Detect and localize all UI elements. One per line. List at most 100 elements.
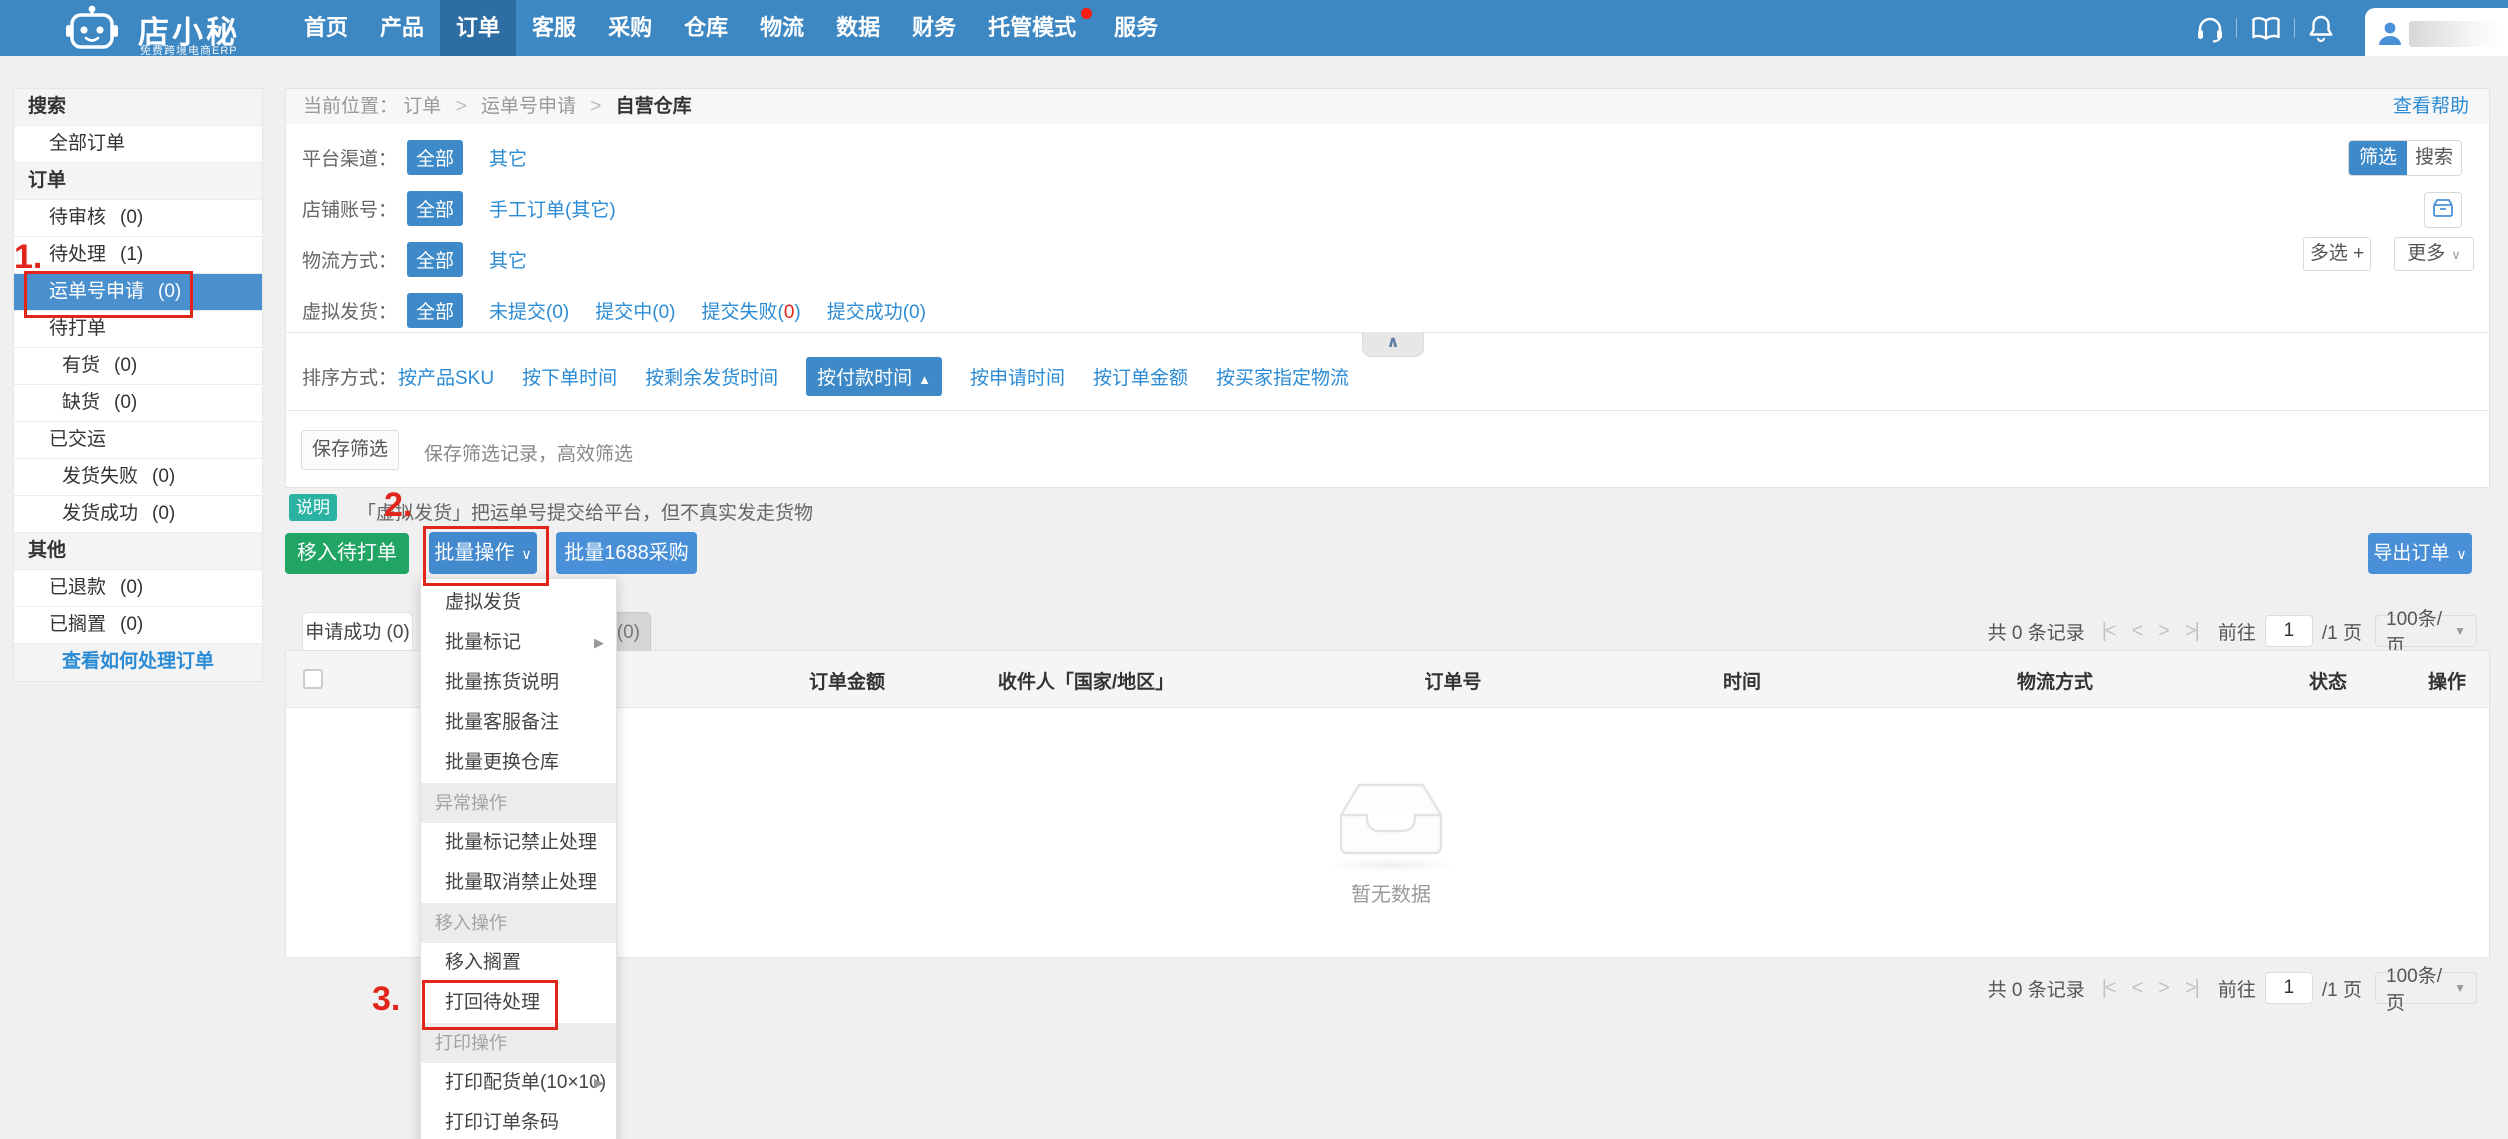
next-page-button[interactable]: > xyxy=(2158,977,2168,1000)
batch-operations-button[interactable]: 批量操作∨ xyxy=(429,532,537,574)
pagination-top: 共 0 条记录 |< < > >| 前往 /1 页 100条/页▼ xyxy=(1988,613,2477,649)
nav-item-services[interactable]: 服务 xyxy=(1098,0,1174,56)
sort-by-remaining-ship-time-link[interactable]: 按剩余发货时间 xyxy=(645,363,778,390)
virtual-success-link[interactable]: 提交成功(0) xyxy=(827,297,926,324)
sidebar-item-in-stock[interactable]: 有货(0) xyxy=(14,348,262,385)
save-filter-button[interactable]: 保存筛选 xyxy=(301,430,399,470)
multi-select-button[interactable]: 多选 + xyxy=(2303,237,2371,271)
more-label: 更多 xyxy=(2407,243,2445,264)
sidebar-item-count: (0) xyxy=(114,392,137,413)
virtual-failed-link[interactable]: 提交失败(0) xyxy=(701,297,800,324)
sort-by-order-amount-link[interactable]: 按订单金额 xyxy=(1093,363,1188,390)
more-button[interactable]: 更多 ∨ xyxy=(2394,237,2474,271)
menu-item-return-to-pending[interactable]: 打回待处理 xyxy=(421,983,616,1023)
sidebar-item-count: (0) xyxy=(114,355,137,376)
nav-item-home[interactable]: 首页 xyxy=(288,0,364,56)
chevron-down-icon: ∨ xyxy=(2451,247,2461,262)
menu-item-batch-picking-note[interactable]: 批量拣货说明 xyxy=(421,663,616,703)
platform-all-chip[interactable]: 全部 xyxy=(407,140,463,175)
nav-item-service[interactable]: 客服 xyxy=(516,0,592,56)
menu-item-print-picking-list[interactable]: 打印配货单(10×10) ▶ xyxy=(421,1063,616,1103)
sort-by-apply-time-link[interactable]: 按申请时间 xyxy=(970,363,1065,390)
menu-item-batch-mark-forbidden[interactable]: 批量标记禁止处理 xyxy=(421,823,616,863)
sidebar-header-search: 搜索 xyxy=(14,89,262,126)
manual-book-icon[interactable] xyxy=(2251,16,2281,47)
column-time: 时间 xyxy=(1723,667,1761,694)
menu-item-batch-cancel-forbidden[interactable]: 批量取消禁止处理 xyxy=(421,863,616,903)
sidebar-item-out-of-stock[interactable]: 缺货(0) xyxy=(14,385,262,422)
shop-manual-link[interactable]: 手工订单(其它) xyxy=(489,195,616,222)
sidebar-item-all-orders[interactable]: 全部订单 xyxy=(14,126,262,163)
nav-item-orders[interactable]: 订单 xyxy=(440,0,516,56)
virtual-not-submitted-link[interactable]: 未提交(0) xyxy=(489,297,569,324)
first-page-button[interactable]: |< xyxy=(2102,977,2115,1000)
sidebar-item-on-hold[interactable]: 已搁置(0) xyxy=(14,607,262,644)
per-page-select[interactable]: 100条/页▼ xyxy=(2375,615,2477,647)
nav-item-purchasing[interactable]: 采购 xyxy=(592,0,668,56)
note-badge: 说明 xyxy=(289,494,337,521)
virtual-all-chip[interactable]: 全部 xyxy=(407,293,463,328)
nav-item-logistics[interactable]: 物流 xyxy=(744,0,820,56)
first-page-button[interactable]: |< xyxy=(2102,620,2115,643)
sidebar-item-to-print[interactable]: 待打单 xyxy=(14,311,262,348)
virtual-submitting-link[interactable]: 提交中(0) xyxy=(595,297,675,324)
platform-other-link[interactable]: 其它 xyxy=(489,144,527,171)
virtual-failed-count: 0 xyxy=(784,302,795,323)
tab-apply-success[interactable]: 申请成功 (0) xyxy=(302,612,413,651)
page-number-input[interactable] xyxy=(2265,972,2313,1004)
prev-page-button[interactable]: < xyxy=(2132,977,2142,1000)
prev-page-button[interactable]: < xyxy=(2132,620,2142,643)
sort-label: 排序方式： xyxy=(302,363,398,390)
select-all-checkbox[interactable] xyxy=(303,669,323,689)
sidebar-item-ship-failed[interactable]: 发货失败(0) xyxy=(14,459,262,496)
page-number-input[interactable] xyxy=(2265,615,2313,647)
collapse-filters-button[interactable]: ∧ xyxy=(1362,332,1424,357)
logistics-other-link[interactable]: 其它 xyxy=(489,246,527,273)
view-help-link[interactable]: 查看帮助 xyxy=(2393,89,2469,124)
sidebar-item-label: 待处理 xyxy=(49,244,106,265)
saved-filters-box-button[interactable] xyxy=(2424,192,2462,228)
last-page-button[interactable]: >| xyxy=(2185,977,2198,1000)
sidebar-item-tracking-number-apply[interactable]: 运单号申请(0) xyxy=(14,274,262,311)
sidebar-item-pending-review[interactable]: 待审核(0) xyxy=(14,200,262,237)
user-account-area[interactable] xyxy=(2365,8,2508,56)
sort-by-buyer-logistics-link[interactable]: 按买家指定物流 xyxy=(1216,363,1349,390)
sort-by-sku-link[interactable]: 按产品SKU xyxy=(398,363,494,390)
menu-item-move-to-hold[interactable]: 移入搁置 xyxy=(421,943,616,983)
sidebar-item-refunded[interactable]: 已退款(0) xyxy=(14,570,262,607)
nav-item-products[interactable]: 产品 xyxy=(364,0,440,56)
page-total-label: /1 页 xyxy=(2322,618,2362,645)
batch-1688-purchase-button[interactable]: 批量1688采购 xyxy=(556,532,697,574)
menu-item-batch-mark[interactable]: 批量标记 ▶ xyxy=(421,623,616,663)
last-page-button[interactable]: >| xyxy=(2185,620,2198,643)
shop-all-chip[interactable]: 全部 xyxy=(407,191,463,226)
sort-by-order-time-link[interactable]: 按下单时间 xyxy=(522,363,617,390)
filter-toggle-button[interactable]: 筛选 xyxy=(2349,141,2407,175)
menu-item-virtual-ship[interactable]: 虚拟发货 xyxy=(421,583,616,623)
breadcrumb-link-orders[interactable]: 订单 xyxy=(403,96,441,117)
menu-item-print-order-barcode[interactable]: 打印订单条码 xyxy=(421,1103,616,1139)
breadcrumb-link-tracking-apply[interactable]: 运单号申请 xyxy=(481,96,576,117)
nav-item-finance[interactable]: 财务 xyxy=(896,0,972,56)
sort-by-payment-time-chip[interactable]: 按付款时间▲ xyxy=(806,357,942,396)
sidebar-item-shipped[interactable]: 已交运 xyxy=(14,422,262,459)
nav-item-managed-mode[interactable]: 托管模式 xyxy=(972,0,1098,56)
batch-operations-menu: 虚拟发货 批量标记 ▶ 批量拣货说明 批量客服备注 批量更换仓库 异常操作 批量… xyxy=(420,578,617,1139)
sidebar-link-how-to-process[interactable]: 查看如何处理订单 xyxy=(14,644,262,681)
nav-item-warehouse[interactable]: 仓库 xyxy=(668,0,744,56)
nav-item-data[interactable]: 数据 xyxy=(820,0,896,56)
menu-item-batch-change-warehouse[interactable]: 批量更换仓库 xyxy=(421,743,616,783)
search-toggle-button[interactable]: 搜索 xyxy=(2407,141,2461,175)
per-page-select[interactable]: 100条/页▼ xyxy=(2375,972,2477,1004)
bell-icon[interactable] xyxy=(2308,14,2334,49)
menu-item-label: 打印配货单(10×10) xyxy=(445,1072,606,1093)
export-orders-button[interactable]: 导出订单∨ xyxy=(2368,533,2472,574)
logistics-all-chip[interactable]: 全部 xyxy=(407,242,463,277)
menu-item-batch-cs-remark[interactable]: 批量客服备注 xyxy=(421,703,616,743)
headset-icon[interactable] xyxy=(2196,15,2224,48)
move-to-print-button[interactable]: 移入待打单 xyxy=(285,533,409,574)
sidebar-item-pending-process[interactable]: 待处理(1) xyxy=(14,237,262,274)
column-actions: 操作 xyxy=(2428,667,2466,694)
sidebar-item-ship-success[interactable]: 发货成功(0) xyxy=(14,496,262,533)
next-page-button[interactable]: > xyxy=(2158,620,2168,643)
